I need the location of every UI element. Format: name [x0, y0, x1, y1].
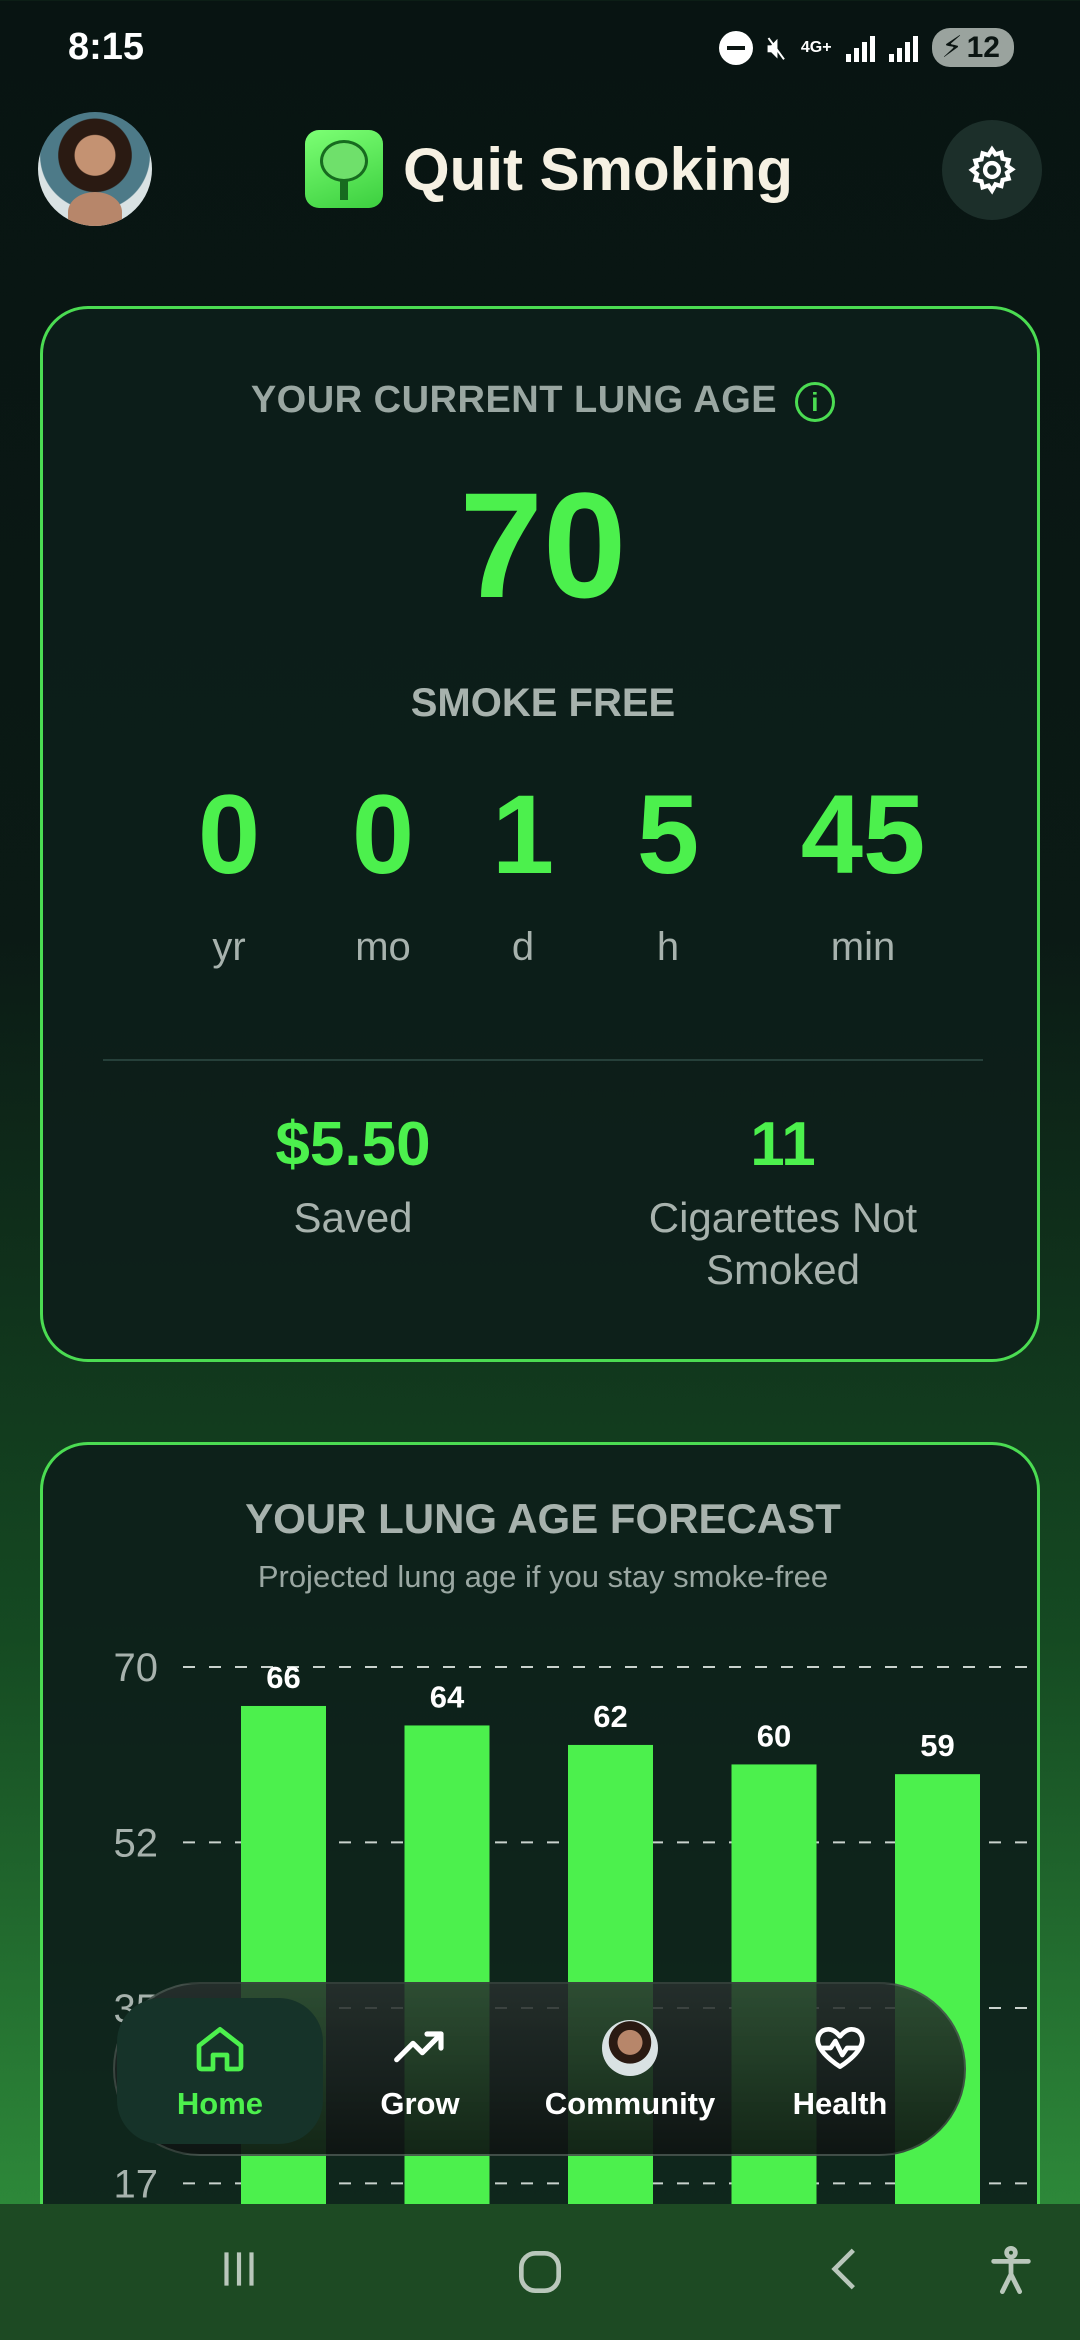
- cigarettes-label: Cigarettes Not Smoked: [563, 1192, 1003, 1296]
- lung-age-label: YOUR CURRENT LUNG AGE i: [43, 379, 1043, 422]
- app-title: Quit Smoking: [305, 130, 793, 208]
- status-icons: 🔇︎ 4G+ ⚡︎ 12: [718, 28, 1014, 67]
- gear-icon: [968, 145, 1016, 195]
- smoke-free-label: SMOKE FREE: [410, 681, 676, 725]
- mute-icon: 🔇︎: [766, 28, 787, 65]
- timer-value: 1: [491, 772, 555, 897]
- trending-up-icon: [394, 2031, 444, 2063]
- timer-value: 5: [636, 772, 700, 897]
- battery-level: 12: [966, 30, 1000, 64]
- bar-value-label: 60: [757, 1718, 791, 1753]
- bottom-nav: Home Grow Community Health: [113, 1982, 966, 2156]
- timer-minutes: 45 min: [763, 779, 963, 970]
- recent-apps-button[interactable]: [214, 2244, 264, 2307]
- system-nav-bar: [0, 2204, 1080, 2340]
- timer-days: 1 d: [463, 779, 583, 970]
- money-saved-label: Saved: [293, 1194, 413, 1241]
- timer-value: 0: [197, 772, 261, 897]
- bar-value-label: 66: [266, 1660, 300, 1695]
- status-time: 8:15: [68, 26, 145, 68]
- money-saved-value: $5.50: [275, 1110, 431, 1179]
- cigarettes-label-line1: Cigarettes Not: [648, 1194, 918, 1241]
- heart-pulse-icon: [815, 2027, 865, 2069]
- nav-item-community[interactable]: Community: [520, 1998, 740, 2144]
- home-circle-icon: [519, 2251, 561, 2293]
- timer-unit: yr: [212, 925, 246, 969]
- info-icon[interactable]: i: [795, 381, 836, 422]
- timer-unit: d: [511, 925, 535, 969]
- accessibility-button[interactable]: [985, 2244, 1037, 2309]
- y-tick-label: 52: [114, 1821, 159, 1865]
- cigarettes-stat: 11 Cigarettes Not Smoked: [563, 1109, 1003, 1296]
- back-icon: [831, 2248, 855, 2290]
- home-icon: [196, 2027, 244, 2072]
- recent-apps-icon: [224, 2252, 254, 2286]
- y-tick-label: 70: [114, 1646, 159, 1690]
- bar-value-label: 62: [593, 1699, 627, 1734]
- nav-item-home[interactable]: Home: [117, 1998, 323, 2144]
- bar-value-label: 59: [920, 1728, 954, 1763]
- app-logo-icon: [305, 130, 383, 208]
- do-not-disturb-icon: [718, 30, 753, 65]
- nav-label: Home: [176, 2086, 264, 2121]
- nav-label: Grow: [380, 2086, 460, 2121]
- timer-value: 0: [351, 772, 415, 897]
- lung-age-card: YOUR CURRENT LUNG AGE i 70 SMOKE FREE 0 y…: [40, 306, 1040, 1362]
- money-saved-stat: $5.50 Saved: [143, 1109, 563, 1244]
- status-bar: 8:15 🔇︎ 4G+ ⚡︎ 12: [0, 0, 1080, 100]
- page-title: Quit Smoking: [403, 135, 793, 203]
- home-system-button[interactable]: [512, 2244, 568, 2313]
- nav-item-grow[interactable]: Grow: [335, 1998, 505, 2144]
- profile-avatar[interactable]: [38, 112, 152, 226]
- y-tick-label: 17: [114, 2162, 159, 2205]
- nav-label: Health: [792, 2086, 888, 2121]
- timer-years: 0 yr: [169, 779, 289, 970]
- divider: [103, 1059, 983, 1061]
- timer-value: 45: [800, 772, 926, 897]
- nav-label: Community: [544, 2086, 716, 2121]
- nav-item-health[interactable]: Health: [750, 1998, 930, 2144]
- bar-value-label: 64: [430, 1679, 465, 1714]
- lung-age-label-text: YOUR CURRENT LUNG AGE: [250, 379, 778, 421]
- signal-icon-2: [888, 34, 918, 62]
- timer-hours: 5 h: [608, 779, 728, 970]
- accessibility-icon: [991, 2245, 1031, 2295]
- timer-unit: min: [830, 925, 896, 969]
- timer-unit: mo: [355, 925, 411, 969]
- battery-indicator: ⚡︎ 12: [931, 28, 1014, 67]
- settings-button[interactable]: [942, 120, 1042, 220]
- cigarettes-label-line2: Smoked: [705, 1246, 861, 1293]
- network-type-icon: 4G+: [800, 38, 832, 56]
- community-avatar-icon: [602, 2020, 658, 2076]
- timer-months: 0 mo: [313, 779, 453, 970]
- lung-age-value: 70: [459, 461, 627, 629]
- signal-icon: [845, 34, 875, 62]
- cigarettes-value: 11: [750, 1110, 816, 1179]
- timer-unit: h: [656, 925, 680, 969]
- charging-icon: ⚡︎: [941, 31, 963, 64]
- back-button[interactable]: [820, 2244, 870, 2307]
